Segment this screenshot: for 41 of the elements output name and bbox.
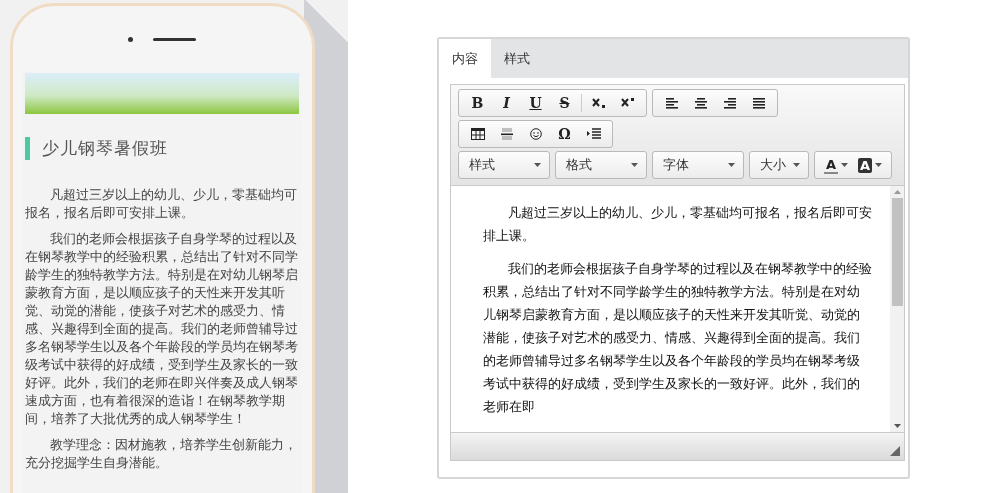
editor-paragraph: 凡超过三岁以上的幼儿、少儿，零基础均可报名，报名后即可安排上课。: [483, 204, 872, 245]
camera-icon: [128, 37, 133, 42]
background-color-button[interactable]: A: [853, 154, 888, 176]
table-icon: [470, 128, 485, 140]
text-color-button[interactable]: A: [819, 154, 854, 176]
article-paragraph: 凡超过三岁以上的幼儿、少儿，零基础均可报名，报名后即可安排上课。: [25, 186, 298, 222]
horizontal-rule-icon: [499, 128, 514, 140]
justify-icon: [751, 97, 766, 109]
format-dropdown[interactable]: 字体: [652, 151, 744, 179]
bold-button[interactable]: B: [463, 92, 492, 114]
strike-button[interactable]: S: [550, 92, 579, 114]
caret-icon: [875, 163, 883, 167]
caret-icon: [534, 163, 541, 167]
align-center-icon: [693, 97, 708, 109]
editor-tab[interactable]: 样式: [491, 39, 543, 78]
article-title: 少儿钢琴暑假班: [42, 137, 168, 160]
article-paragraph: 我们的老师会根据孩子自身学琴的过程以及在钢琴教学中的经验积累，总结出了针对不同学龄学生的独特教学方法。特别是在对幼儿钢琴启蒙教育方面，是以顺应孩子的天性来开发其听觉、动觉的潜能，使孩子对艺术的感受力、情感、兴趣得到全面的提高。我们的老师曾辅导过多名钢琴学生以及各个年龄段的学员均在钢琴考级考试中获得的好成绩，受到学生及家长的一致好评。此外，我们的老师在即兴伴奏及成人钢琴速成方面，也有着很深的造诣！在钢琴教学期间，培养了大批优秀的成人钢琴学生！: [25, 230, 299, 428]
subscript-icon: [591, 97, 606, 109]
article-paragraph: 教学理念：因材施教，培养学生创新能力，充分挖掘学生自身潜能。: [25, 436, 298, 472]
editor-paragraph: 我们的老师会根据孩子自身学琴的过程以及在钢琴教学中的经验积累，总结出了针对不同学龄学生的独特教学方法。特别是在对幼儿钢琴启蒙教育方面，是以顺应孩子的天性来开发其听觉、动觉的潜能，使孩子对艺术的感受力、情感、兴趣得到全面的提高。我们的老师曾辅导过多名钢琴学生以及各个年龄段的学员均在钢琴考级考试中获得的好成绩，受到学生及家长的一致好评。此外，我们的老师在即: [483, 260, 872, 416]
caret-icon: [793, 163, 800, 167]
scroll-down-icon[interactable]: [893, 424, 901, 428]
caret-icon: [728, 163, 735, 167]
smiley-icon: [528, 128, 543, 140]
caret-icon: [631, 163, 638, 167]
omega-button[interactable]: Ω: [550, 123, 579, 145]
underline-button[interactable]: U: [521, 92, 550, 114]
superscript-icon: [620, 97, 635, 109]
title-accent-bar: [25, 137, 30, 160]
format-dropdown[interactable]: 样式: [458, 151, 550, 179]
format-dropdown[interactable]: 大小: [749, 151, 809, 179]
caret-icon: [841, 163, 849, 167]
italic-button[interactable]: I: [492, 92, 521, 114]
scrollbar[interactable]: [890, 186, 904, 432]
format-dropdown[interactable]: 格式: [555, 151, 647, 179]
editor-tab[interactable]: 内容: [439, 39, 491, 78]
align-left-icon: [664, 97, 679, 109]
resize-handle-icon[interactable]: [890, 446, 900, 456]
indent-icon: [586, 128, 601, 140]
speaker-icon: [153, 38, 196, 41]
align-right-icon: [722, 97, 737, 109]
